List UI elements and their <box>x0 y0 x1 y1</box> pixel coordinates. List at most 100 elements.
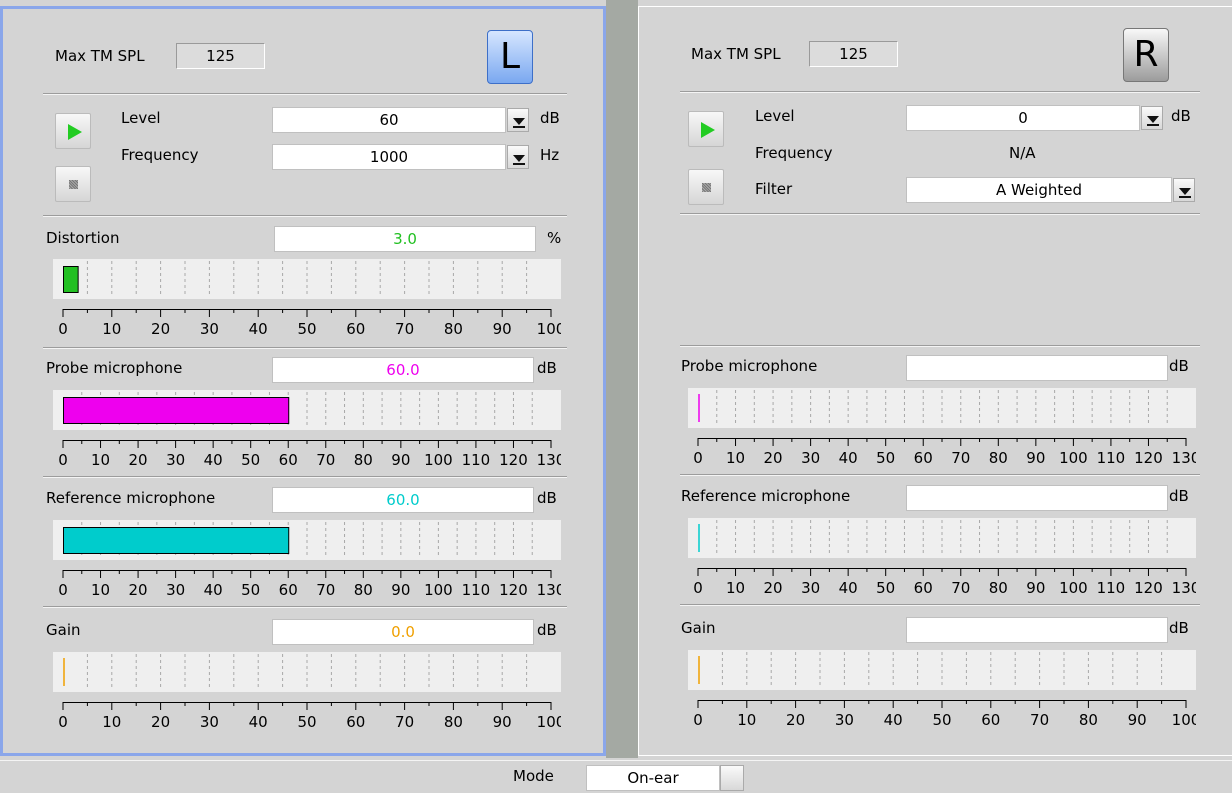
reference-microphone-label: Reference microphone <box>46 489 216 507</box>
gain-label: Gain <box>681 619 716 637</box>
meter-tick-label: 130 <box>537 581 561 599</box>
meter-tick-label: 40 <box>204 451 223 469</box>
meter-bar <box>63 527 290 554</box>
level-dropdown-button[interactable] <box>507 108 529 132</box>
meter-bar <box>63 397 290 424</box>
meter-tick-label: 90 <box>391 581 410 599</box>
probe-microphone-label: Probe microphone <box>46 359 183 377</box>
meter-tick-label: 80 <box>444 713 463 731</box>
separator <box>43 93 567 95</box>
meter-tick-label: 40 <box>249 713 268 731</box>
meter-tick-label: 50 <box>876 579 895 597</box>
meter-tick-label: 100 <box>537 713 561 731</box>
level-input[interactable]: 0 <box>906 105 1140 131</box>
level-input[interactable]: 60 <box>272 107 506 133</box>
meter-tick-label: 10 <box>91 451 110 469</box>
level-dropdown-button[interactable] <box>1141 106 1163 130</box>
meter-tick-label: 30 <box>200 713 219 731</box>
meter-tick-label: 30 <box>166 451 185 469</box>
panel-splitter[interactable] <box>606 0 638 758</box>
meter-tick-label: 100 <box>1059 579 1088 597</box>
meter-tick-label: 0 <box>58 320 68 338</box>
stop-button[interactable] <box>55 166 91 202</box>
meter-tick-label: 90 <box>493 320 512 338</box>
right-ear-panel: Max TM SPL 125 R Level 0 dB Frequency N/… <box>638 6 1232 756</box>
meter-tick-label: 90 <box>493 713 512 731</box>
meter-tick-label: 10 <box>102 320 121 338</box>
meter-tick-label: 40 <box>204 581 223 599</box>
gain-meter: 0 10 20 30 40 50 60 70 80 90 100 <box>53 652 561 734</box>
meter-tick-label: 130 <box>537 451 561 469</box>
meter-tick-label: 0 <box>58 451 68 469</box>
frequency-input[interactable]: 1000 <box>272 144 506 170</box>
reference-microphone-unit: dB <box>1169 487 1189 505</box>
meter-tick-label: 80 <box>354 581 373 599</box>
meter-tick-label: 0 <box>58 713 68 731</box>
max-tm-spl-value: 125 <box>809 41 898 67</box>
meter-tick-label: 20 <box>151 713 170 731</box>
mode-dropdown-button[interactable] <box>720 765 744 791</box>
mode-select[interactable]: On-ear <box>586 765 720 791</box>
level-unit: dB <box>1171 107 1191 125</box>
frequency-unit: Hz <box>540 146 560 164</box>
meter-graphic: 0 10 20 30 40 50 60 70 80 90 100 110 120 130 <box>53 390 561 469</box>
meter-tick-label: 70 <box>1030 711 1049 729</box>
meter-graphic: 0 10 20 30 40 50 60 70 80 90 100 110 120 130 <box>688 388 1196 467</box>
meter-tick-label: 110 <box>1097 579 1126 597</box>
max-tm-spl-label: Max TM SPL <box>691 45 781 63</box>
meter-tick-label: 70 <box>316 581 335 599</box>
meter-tick-label: 110 <box>462 581 491 599</box>
distortion-value: 3.0 <box>274 226 536 252</box>
meter-tick-label: 130 <box>1172 579 1196 597</box>
filter-dropdown-button[interactable] <box>1173 178 1195 202</box>
meter-tick-label: 40 <box>839 449 858 467</box>
distortion-label: Distortion <box>46 229 120 247</box>
meter-tick-label: 40 <box>839 579 858 597</box>
meter-tick-label: 70 <box>951 579 970 597</box>
meter-tick-label: 100 <box>1059 449 1088 467</box>
meter-tick-label: 60 <box>981 711 1000 729</box>
meter-tick-label: 50 <box>876 449 895 467</box>
status-bar: Mode On-ear <box>0 760 1232 793</box>
left-ear-button[interactable]: L <box>487 30 533 84</box>
level-unit: dB <box>540 109 560 127</box>
meter-tick-label: 10 <box>91 581 110 599</box>
meter-tick-label: 70 <box>395 713 414 731</box>
meter-tick-label: 30 <box>166 581 185 599</box>
meter-tick-label: 90 <box>391 451 410 469</box>
separator <box>680 91 1200 93</box>
level-label: Level <box>121 109 161 127</box>
meter-tick-label: 50 <box>297 320 316 338</box>
meter-tick-label: 0 <box>58 581 68 599</box>
separator <box>43 476 567 478</box>
stop-icon <box>702 183 711 192</box>
meter-graphic: 0 10 20 30 40 50 60 70 80 90 100 110 120 130 <box>53 520 561 599</box>
reference-microphone-unit: dB <box>537 489 557 507</box>
gain-value: 0.0 <box>272 619 534 645</box>
play-button[interactable] <box>55 113 91 149</box>
reference-microphone-label: Reference microphone <box>681 487 851 505</box>
frequency-value: N/A <box>1009 144 1036 162</box>
meter-tick-label: 120 <box>499 451 528 469</box>
frequency-dropdown-button[interactable] <box>507 145 529 169</box>
separator <box>43 215 567 217</box>
meter-tick-label: 80 <box>354 451 373 469</box>
meter-tick-label: 120 <box>499 581 528 599</box>
meter-tick-label: 100 <box>424 581 453 599</box>
meter-tick-label: 80 <box>444 320 463 338</box>
separator <box>43 606 567 608</box>
frequency-label: Frequency <box>121 146 199 164</box>
meter-tick-label: 40 <box>884 711 903 729</box>
meter-tick-label: 60 <box>279 581 298 599</box>
gain-meter: 0 10 20 30 40 50 60 70 80 90 100 <box>688 650 1196 732</box>
meter-graphic: 0 10 20 30 40 50 60 70 80 90 100 <box>53 652 561 731</box>
filter-select[interactable]: A Weighted <box>906 177 1172 203</box>
play-icon <box>701 122 715 138</box>
right-ear-button[interactable]: R <box>1123 28 1169 82</box>
stop-button[interactable] <box>688 169 724 205</box>
separator <box>43 347 567 349</box>
meter-tick-label: 120 <box>1134 579 1163 597</box>
meter-tick-label: 20 <box>764 449 783 467</box>
play-button[interactable] <box>688 111 724 147</box>
meter-tick-label: 100 <box>1172 711 1196 729</box>
